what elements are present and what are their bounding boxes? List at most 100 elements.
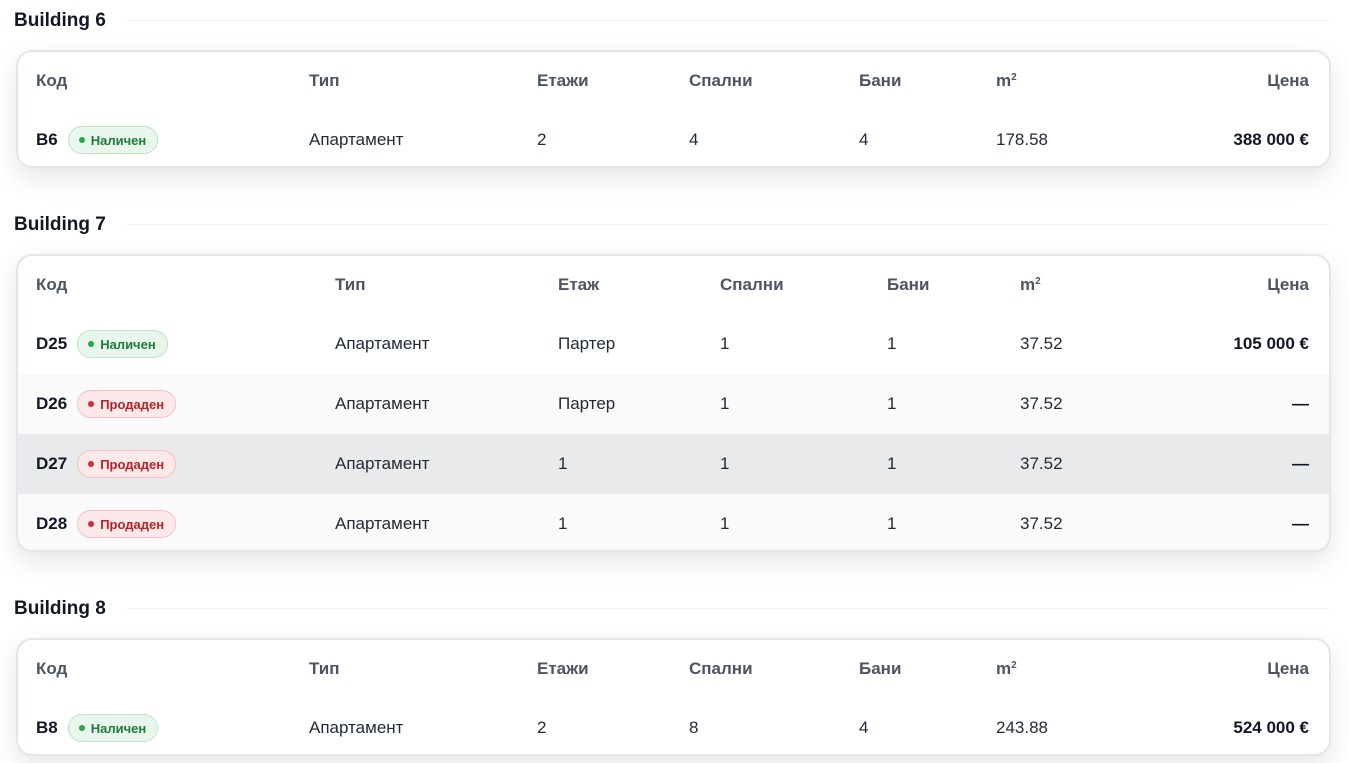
column-header-bedrooms[interactable]: Спални	[720, 256, 784, 314]
unit-floor: Партер	[558, 394, 616, 413]
unit-bathrooms: 1	[887, 514, 897, 533]
units-table: Код Тип Етажи Спални Бани m2 Цена B6 Нал…	[16, 50, 1331, 168]
column-header-price[interactable]: Цена	[1267, 640, 1309, 698]
unit-type: Апартамент	[309, 718, 404, 737]
unit-type: Апартамент	[335, 454, 430, 473]
status-badge: Продаден	[77, 390, 177, 418]
table-row[interactable]: D26 Продаден Апартамент Партер 1 1 37.52…	[18, 374, 1329, 434]
column-header-bedrooms[interactable]: Спални	[689, 640, 753, 698]
status-badge: Наличен	[67, 714, 159, 742]
unit-code: B8	[36, 718, 58, 737]
column-header-floors[interactable]: Етажи	[537, 52, 589, 110]
unit-code-cell: B8 Наличен	[36, 698, 159, 754]
section-divider	[126, 224, 1329, 225]
section-header: Building 7	[14, 213, 1329, 237]
status-dot-icon	[88, 461, 95, 467]
building-6-section: Building 6 Код Тип Етажи Спални Бани m2 …	[14, 9, 1331, 168]
units-table: Код Тип Етаж Спални Бани m2 Цена D25 Нал…	[16, 254, 1331, 552]
status-badge: Продаден	[77, 510, 177, 538]
unit-floors: 2	[537, 718, 547, 737]
status-dot-icon	[88, 521, 95, 527]
unit-floors: 2	[537, 130, 547, 149]
unit-code: D26	[36, 394, 68, 413]
unit-price: 388 000 €	[1233, 130, 1309, 149]
unit-bedrooms: 1	[720, 514, 730, 533]
unit-code-cell: D25 Наличен	[36, 314, 168, 374]
unit-code-cell: D28 Продаден	[36, 494, 177, 550]
unit-code-cell: D27 Продаден	[36, 434, 177, 494]
column-header-area[interactable]: m2	[996, 640, 1017, 698]
table-row[interactable]: B8 Наличен Апартамент 2 8 4 243.88 524 0…	[18, 698, 1329, 754]
section-header: Building 8	[14, 597, 1329, 621]
table-header-row: Код Тип Етажи Спални Бани m2 Цена	[18, 640, 1329, 698]
unit-bedrooms: 1	[720, 334, 730, 353]
unit-floor: Партер	[558, 334, 616, 353]
unit-bedrooms: 1	[720, 454, 730, 473]
unit-bathrooms: 1	[887, 394, 897, 413]
section-title: Building 8	[14, 598, 106, 619]
unit-code-cell: D26 Продаден	[36, 374, 177, 434]
status-badge: Наличен	[67, 126, 159, 154]
unit-type: Апартамент	[335, 394, 430, 413]
status-badge: Продаден	[77, 450, 177, 478]
column-header-bathrooms[interactable]: Бани	[859, 52, 901, 110]
column-header-floors[interactable]: Етажи	[537, 640, 589, 698]
status-dot-icon	[78, 725, 85, 731]
status-dot-icon	[88, 401, 95, 407]
unit-type: Апартамент	[335, 514, 430, 533]
column-header-area[interactable]: m2	[1020, 256, 1041, 314]
section-divider	[126, 20, 1329, 21]
unit-bathrooms: 4	[859, 718, 869, 737]
unit-code: B6	[36, 130, 58, 149]
unit-bedrooms: 1	[720, 394, 730, 413]
unit-price: 105 000 €	[1233, 334, 1309, 353]
unit-code-cell: B6 Наличен	[36, 110, 159, 166]
column-header-code[interactable]: Код	[36, 256, 67, 314]
column-header-bathrooms[interactable]: Бани	[859, 640, 901, 698]
column-header-bedrooms[interactable]: Спални	[689, 52, 753, 110]
unit-bathrooms: 4	[859, 130, 869, 149]
unit-code: D25	[36, 334, 68, 353]
unit-price: —	[1292, 454, 1309, 473]
unit-bedrooms: 4	[689, 130, 699, 149]
table-row[interactable]: B6 Наличен Апартамент 2 4 4 178.58 388 0…	[18, 110, 1329, 166]
unit-area: 243.88	[996, 718, 1048, 737]
column-header-code[interactable]: Код	[36, 52, 67, 110]
unit-area: 37.52	[1020, 454, 1063, 473]
unit-bathrooms: 1	[887, 334, 897, 353]
status-badge: Наличен	[77, 330, 168, 358]
table-row[interactable]: D25 Наличен Апартамент Партер 1 1 37.52 …	[18, 314, 1329, 374]
column-header-type[interactable]: Тип	[309, 52, 339, 110]
unit-code: D27	[36, 454, 68, 473]
column-header-price[interactable]: Цена	[1267, 256, 1309, 314]
unit-code: D28	[36, 514, 68, 533]
status-dot-icon	[88, 341, 95, 347]
unit-price: 524 000 €	[1233, 718, 1309, 737]
column-header-bathrooms[interactable]: Бани	[887, 256, 929, 314]
table-row[interactable]: D27 Продаден Апартамент 1 1 1 37.52 —	[18, 434, 1329, 494]
section-title: Building 7	[14, 214, 106, 235]
unit-type: Апартамент	[309, 130, 404, 149]
column-header-floor[interactable]: Етаж	[558, 256, 599, 314]
unit-price: —	[1292, 394, 1309, 413]
unit-area: 37.52	[1020, 514, 1063, 533]
section-divider	[126, 608, 1329, 609]
unit-price: —	[1292, 514, 1309, 533]
unit-floor: 1	[558, 454, 568, 473]
column-header-area[interactable]: m2	[996, 52, 1017, 110]
unit-floor: 1	[558, 514, 568, 533]
unit-area: 178.58	[996, 130, 1048, 149]
column-header-code[interactable]: Код	[36, 640, 67, 698]
unit-type: Апартамент	[335, 334, 430, 353]
status-dot-icon	[78, 137, 85, 143]
unit-area: 37.52	[1020, 334, 1063, 353]
building-7-section: Building 7 Код Тип Етаж Спални Бани m2 Ц…	[14, 213, 1331, 552]
section-title: Building 6	[14, 10, 106, 31]
column-header-type[interactable]: Тип	[309, 640, 339, 698]
unit-bedrooms: 8	[689, 718, 699, 737]
table-row[interactable]: D28 Продаден Апартамент 1 1 1 37.52 —	[18, 494, 1329, 550]
unit-bathrooms: 1	[887, 454, 897, 473]
column-header-type[interactable]: Тип	[335, 256, 365, 314]
building-8-section: Building 8 Код Тип Етажи Спални Бани m2 …	[14, 597, 1331, 756]
column-header-price[interactable]: Цена	[1267, 52, 1309, 110]
